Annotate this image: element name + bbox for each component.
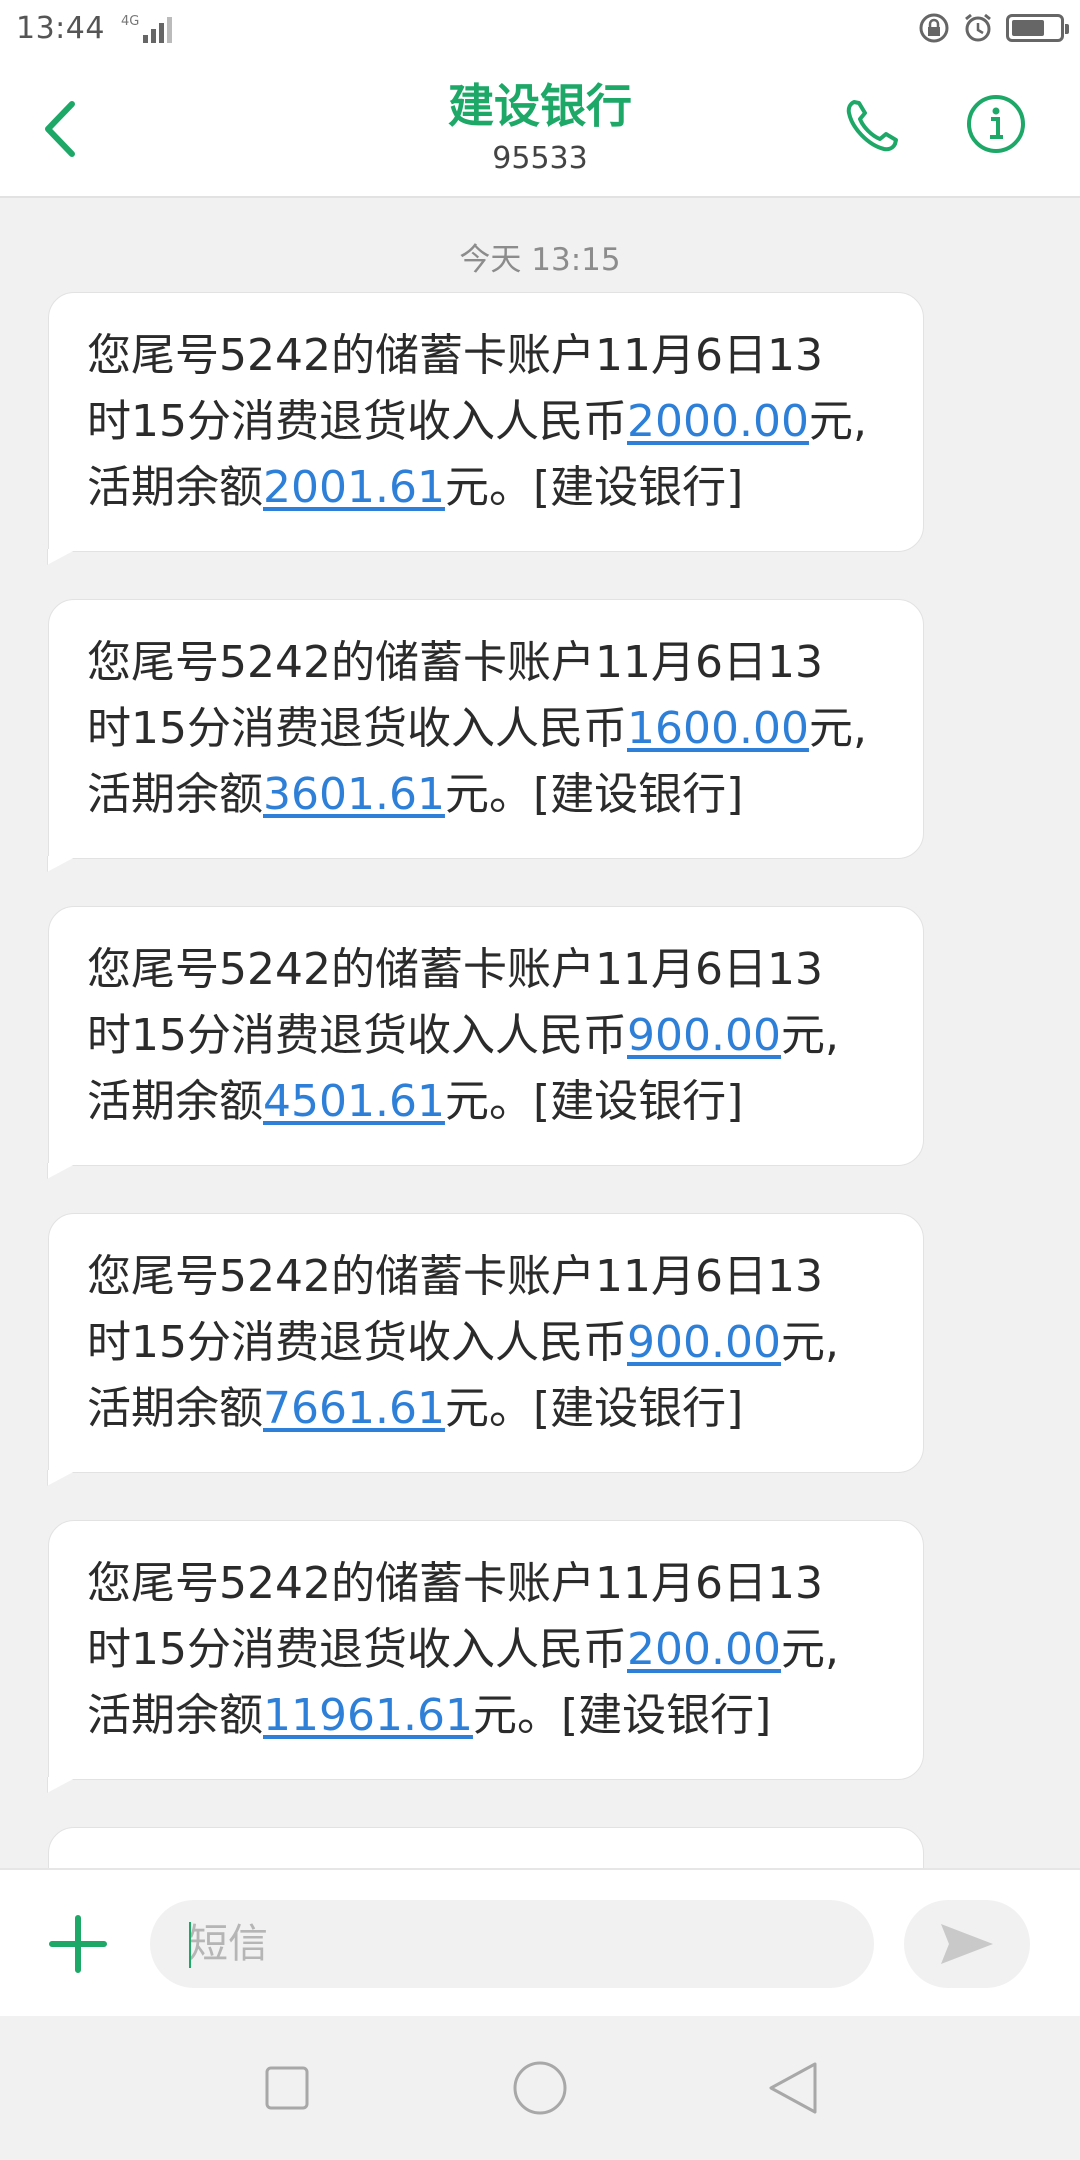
- message-bubble[interactable]: 您尾号5242的储蓄卡账户11月6日13 时15分消费退货收入人民币900.00…: [47, 906, 924, 1179]
- status-icons: [918, 12, 1069, 44]
- message-text: 时15分消费退货收入人民币: [87, 396, 627, 447]
- message-line: 活期余额4501.61元。[建设银行]: [87, 1069, 887, 1135]
- message-line: 您尾号5242的储蓄卡账户11月6日13: [87, 944, 823, 995]
- plus-icon[interactable]: [46, 1912, 110, 1976]
- message-text: 活期余额: [87, 769, 263, 820]
- balance-link[interactable]: 2001.61: [263, 462, 445, 513]
- contact-name: 建设银行: [448, 79, 632, 133]
- alarm-icon: [965, 13, 991, 42]
- bubble-tail: [47, 549, 77, 565]
- message-bubble[interactable]: 您尾号5242的储蓄卡账户11月6日13 时15分消费退货收入人民币2000.0…: [47, 292, 924, 565]
- message-text: 元,: [808, 703, 867, 754]
- message-line: 时15分消费退货收入人民币900.00元,: [87, 1310, 887, 1376]
- network-type: 4G: [120, 14, 140, 29]
- message-text: 时15分消费退货收入人民币: [87, 1317, 627, 1368]
- balance-link[interactable]: 11961.61: [263, 1690, 473, 1741]
- message-line: 您尾号5242的储蓄卡账户11月6日13: [87, 330, 823, 381]
- message-text: 元。[建设银行]: [444, 1076, 744, 1127]
- status-bar: 13:44 4G: [0, 0, 1080, 56]
- message-line: 您尾号5242的储蓄卡账户11月6日13: [87, 1558, 823, 1609]
- status-time: 13:44: [16, 10, 105, 46]
- message-bubble[interactable]: 您尾号5242的储蓄卡账户11月6日13 时15分消费退货收入人民币1600.0…: [47, 599, 924, 872]
- message-line: 您尾号5242的储蓄卡账户11月6日13: [87, 637, 823, 688]
- balance-link[interactable]: 7661.61: [263, 1383, 445, 1434]
- message-text: 元,: [808, 396, 867, 447]
- amount-link[interactable]: 900.00: [627, 1317, 781, 1368]
- message-line: 活期余额11961.61元。[建设银行]: [87, 1683, 887, 1749]
- message-bubble[interactable]: 您尾号5242的储蓄卡账户11月6日13 时15分消费退货收入人民币200.00…: [47, 1520, 924, 1793]
- bubble-tail: [47, 1470, 77, 1486]
- signal-icon: [143, 17, 173, 43]
- message-text: 元。[建设银行]: [444, 1383, 744, 1434]
- message-bubble-partial[interactable]: [48, 1827, 924, 1868]
- contact-number: 95533: [492, 141, 588, 176]
- message-input[interactable]: [150, 1900, 874, 1988]
- lock-rotation-icon: [919, 13, 949, 43]
- message-text: 活期余额: [87, 1076, 263, 1127]
- network-indicator: 4G: [120, 13, 173, 43]
- message-line: 时15分消费退货收入人民币900.00元,: [87, 1003, 887, 1069]
- message-text: 活期余额: [87, 462, 263, 513]
- message-bubble[interactable]: 您尾号5242的储蓄卡账户11月6日13 时15分消费退货收入人民币900.00…: [47, 1213, 924, 1486]
- message-text: 元。[建设银行]: [444, 769, 744, 820]
- send-button[interactable]: [904, 1900, 1030, 1988]
- phone-icon[interactable]: [840, 94, 904, 158]
- bubble-tail: [47, 1777, 77, 1793]
- battery-icon: [1006, 14, 1069, 42]
- message-text: 元,: [780, 1010, 839, 1061]
- amount-link[interactable]: 2000.00: [627, 396, 809, 447]
- amount-link[interactable]: 200.00: [627, 1624, 781, 1675]
- message-line: 您尾号5242的储蓄卡账户11月6日13: [87, 1251, 823, 1302]
- recent-apps-button[interactable]: [252, 2053, 322, 2123]
- message-line: 时15分消费退货收入人民币2000.00元,: [87, 389, 887, 455]
- amount-link[interactable]: 1600.00: [627, 703, 809, 754]
- back-button[interactable]: [758, 2053, 828, 2123]
- message-text: 元,: [780, 1624, 839, 1675]
- message-line: 活期余额7661.61元。[建设银行]: [87, 1376, 887, 1442]
- message-text: 元,: [780, 1317, 839, 1368]
- amount-link[interactable]: 900.00: [627, 1010, 781, 1061]
- message-line: 时15分消费退货收入人民币200.00元,: [87, 1617, 887, 1683]
- square-icon: [265, 2066, 309, 2110]
- send-icon: [941, 1924, 993, 1964]
- message-text: 活期余额: [87, 1383, 263, 1434]
- info-icon[interactable]: [964, 92, 1028, 156]
- message-text: 元。[建设银行]: [444, 462, 744, 513]
- conversation-header: 建设银行 95533: [0, 56, 1080, 198]
- message-text: 活期余额: [87, 1690, 263, 1741]
- message-text: 元。[建设银行]: [472, 1690, 772, 1741]
- message-timestamp: 今天 13:15: [459, 242, 621, 278]
- sms-conversation-screen: 13:44 4G 建设银行 95533 今天 13:15 您尾号5242的储蓄卡…: [0, 0, 1080, 2160]
- system-nav-bar: [0, 2016, 1080, 2160]
- message-text: 时15分消费退货收入人民币: [87, 1624, 627, 1675]
- bubble-tail: [47, 1163, 77, 1179]
- compose-bar: [0, 1868, 1080, 2016]
- home-button[interactable]: [505, 2053, 575, 2123]
- message-text: 时15分消费退货收入人民币: [87, 1010, 627, 1061]
- balance-link[interactable]: 4501.61: [263, 1076, 445, 1127]
- triangle-icon: [769, 2062, 817, 2114]
- balance-link[interactable]: 3601.61: [263, 769, 445, 820]
- text-cursor: [189, 1922, 191, 1968]
- message-line: 活期余额2001.61元。[建设银行]: [87, 455, 887, 521]
- contact-info: 建设银行 95533: [0, 76, 1080, 180]
- message-text: 时15分消费退货收入人民币: [87, 703, 627, 754]
- message-line: 时15分消费退货收入人民币1600.00元,: [87, 696, 887, 762]
- message-list[interactable]: 今天 13:15 您尾号5242的储蓄卡账户11月6日13 时15分消费退货收入…: [0, 198, 1080, 1868]
- bubble-tail: [47, 856, 77, 872]
- circle-icon: [513, 2061, 567, 2115]
- message-line: 活期余额3601.61元。[建设银行]: [87, 762, 887, 828]
